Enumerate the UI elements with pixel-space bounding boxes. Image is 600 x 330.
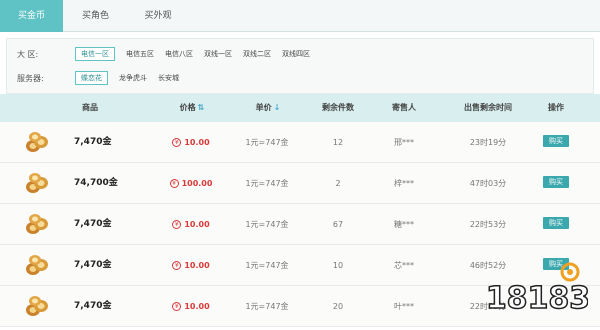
- header-item: 商品: [82, 103, 98, 112]
- item-name: 74,700金: [74, 178, 118, 188]
- header-unit-price-label: 单价: [255, 103, 272, 112]
- header-price-label: 价格: [179, 103, 196, 112]
- yuan-icon: ¥: [172, 302, 182, 311]
- header-seller: 寄售人: [392, 103, 416, 112]
- price: ¥10.00: [166, 286, 216, 327]
- watermark-logo: 18183: [488, 262, 588, 317]
- unit-price: 1元=747金: [245, 220, 289, 229]
- sort-both-icon[interactable]: ⇅: [198, 103, 205, 112]
- yuan-icon: ¥: [169, 179, 179, 188]
- price-value: 10.00: [184, 261, 210, 270]
- item-name: 7,470金: [74, 219, 112, 229]
- time-left: 47时03分: [469, 179, 507, 188]
- server-option[interactable]: 龙争虎斗: [119, 73, 147, 83]
- time-left: 23时19分: [469, 138, 507, 147]
- price: ¥10.00: [166, 204, 216, 245]
- region-option[interactable]: 电信八区: [165, 49, 193, 59]
- region-option[interactable]: 电信五区: [126, 49, 154, 59]
- price: ¥10.00: [166, 245, 216, 286]
- price-value: 10.00: [184, 302, 210, 311]
- tab-buy-appearance[interactable]: 买外观: [128, 0, 188, 32]
- region-option[interactable]: 双线二区: [243, 49, 271, 59]
- server-option[interactable]: 长安城: [158, 73, 179, 83]
- header-time-left: 出售剩余时间: [464, 103, 512, 112]
- time-left: 22时53分: [469, 220, 507, 229]
- table-header: 商品 价格 ⇅ 单价 ↓ 剩余件数 寄售人 出售剩余时间 操作: [0, 94, 600, 122]
- item-name: 7,470金: [74, 301, 112, 311]
- remaining-count: 2: [335, 179, 341, 188]
- price-value: 10.00: [184, 138, 210, 147]
- header-unit-price[interactable]: 单价 ↓: [246, 94, 290, 122]
- unit-price: 1元=747金: [245, 302, 289, 311]
- item-name: 7,470金: [74, 260, 112, 270]
- region-filter-row: 大 区: 电信一区 电信五区 电信八区 双线一区 双线二区 双线四区: [17, 46, 321, 62]
- region-option[interactable]: 双线四区: [282, 49, 310, 59]
- region-option[interactable]: 电信一区: [75, 47, 115, 61]
- gold-coin-icon: [26, 255, 48, 275]
- buy-button[interactable]: 购买: [543, 176, 569, 188]
- price: ¥100.00: [166, 163, 216, 204]
- watermark-text: 18183: [488, 281, 588, 316]
- yuan-icon: ¥: [172, 220, 182, 229]
- table-row: 7,470金 ¥10.00 1元=747金 12 邢*** 23时19分 购买: [0, 122, 600, 163]
- yuan-icon: ¥: [172, 261, 182, 270]
- unit-price: 1元=747金: [245, 261, 289, 270]
- seller-name: 芯***: [394, 261, 414, 270]
- seller-name: 糖***: [394, 220, 414, 229]
- yuan-icon: ¥: [172, 138, 182, 147]
- remaining-count: 20: [332, 302, 344, 311]
- gold-coin-icon: [26, 214, 48, 234]
- item-name: 7,470金: [74, 137, 112, 147]
- server-label: 服务器:: [17, 73, 44, 83]
- header-action: 操作: [548, 103, 564, 112]
- seller-name: 邢***: [394, 138, 414, 147]
- tab-buy-character[interactable]: 买角色: [63, 0, 128, 32]
- table-row: 7,470金 ¥10.00 1元=747金 67 糖*** 22时53分 购买: [0, 204, 600, 245]
- region-label: 大 区:: [17, 49, 39, 59]
- buy-button[interactable]: 购买: [543, 217, 569, 229]
- header-price[interactable]: 价格 ⇅: [170, 94, 214, 122]
- gold-coin-icon: [26, 173, 48, 193]
- tab-buy-gold[interactable]: 买金币: [0, 0, 63, 32]
- price: ¥10.00: [166, 122, 216, 163]
- remaining-count: 12: [332, 138, 344, 147]
- region-option[interactable]: 双线一区: [204, 49, 232, 59]
- remaining-count: 10: [332, 261, 344, 270]
- remaining-count: 67: [332, 220, 344, 229]
- unit-price: 1元=747金: [245, 179, 289, 188]
- price-value: 100.00: [181, 179, 213, 188]
- server-filter-row: 服务器: 蝶恋花 龙争虎斗 长安城: [17, 70, 190, 86]
- gold-coin-icon: [26, 296, 48, 316]
- price-value: 10.00: [184, 220, 210, 229]
- filter-panel: 大 区: 电信一区 电信五区 电信八区 双线一区 双线二区 双线四区 服务器: …: [6, 38, 594, 94]
- unit-price: 1元=747金: [245, 138, 289, 147]
- table-row: 74,700金 ¥100.00 1元=747金 2 梓*** 47时03分 购买: [0, 163, 600, 204]
- buy-button[interactable]: 购买: [543, 135, 569, 147]
- gold-coin-icon: [26, 132, 48, 152]
- seller-name: 叶***: [394, 302, 414, 311]
- server-option[interactable]: 蝶恋花: [75, 71, 108, 85]
- seller-name: 梓***: [394, 179, 414, 188]
- header-remaining: 剩余件数: [322, 103, 354, 112]
- sort-down-icon[interactable]: ↓: [274, 103, 281, 112]
- tab-bar: 买金币 买角色 买外观: [0, 0, 600, 32]
